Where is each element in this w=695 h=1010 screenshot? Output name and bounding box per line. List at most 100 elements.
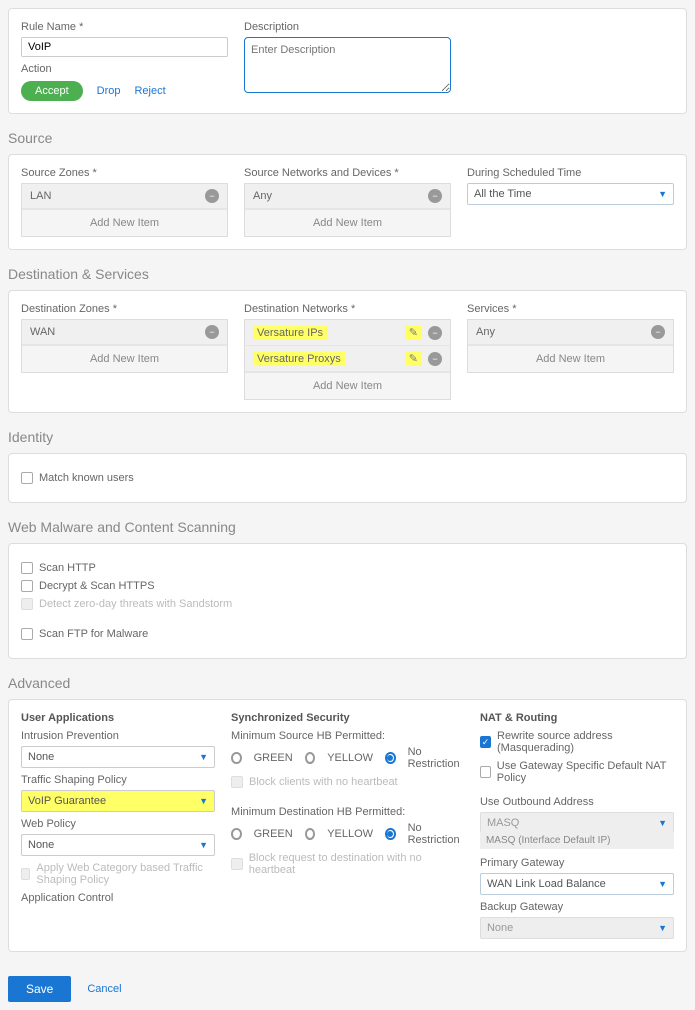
remove-icon[interactable]: − (428, 189, 442, 203)
block-nohb-label: Block clients with no heartbeat (249, 776, 398, 788)
caret-down-icon: ▼ (658, 189, 667, 199)
src-green-radio[interactable] (231, 752, 242, 764)
pgw-select[interactable]: WAN Link Load Balance ▼ (480, 873, 674, 895)
add-new-button[interactable]: Add New Item (245, 209, 450, 236)
add-new-button[interactable]: Add New Item (245, 372, 450, 399)
pgw-label: Primary Gateway (480, 857, 674, 869)
add-new-button[interactable]: Add New Item (22, 209, 227, 236)
sandstorm-checkbox (21, 598, 33, 610)
list-item[interactable]: LAN − (22, 184, 227, 209)
save-button[interactable]: Save (8, 976, 71, 1002)
caret-down-icon: ▼ (658, 879, 667, 889)
scanning-title: Web Malware and Content Scanning (8, 519, 687, 535)
traffic-label: Traffic Shaping Policy (21, 774, 215, 786)
remove-icon[interactable]: − (205, 189, 219, 203)
yellow-label2: YELLOW (327, 828, 373, 840)
list-item[interactable]: Any − (245, 184, 450, 209)
outaddr-label: Use Outbound Address (480, 796, 674, 808)
remove-icon[interactable]: − (651, 325, 665, 339)
caret-down-icon: ▼ (199, 752, 208, 762)
src-norest-radio[interactable] (385, 752, 396, 764)
add-new-button[interactable]: Add New Item (468, 345, 673, 372)
accept-button[interactable]: Accept (21, 81, 83, 101)
identity-panel: Match known users (8, 453, 687, 503)
dest-zones-label: Destination Zones * (21, 303, 228, 315)
caret-down-icon: ▼ (199, 840, 208, 850)
dst-green-radio[interactable] (231, 828, 242, 840)
reject-button[interactable]: Reject (134, 85, 165, 97)
identity-title: Identity (8, 429, 687, 445)
list-item[interactable]: WAN − (22, 320, 227, 345)
advanced-title: Advanced (8, 675, 687, 691)
apply-webcat-checkbox (21, 868, 30, 880)
list-item[interactable]: Any − (468, 320, 673, 345)
dst-yellow-radio[interactable] (305, 828, 316, 840)
traffic-value: VoIP Guarantee (28, 795, 106, 807)
edit-icon[interactable]: ✎ (405, 325, 422, 340)
schedule-select[interactable]: All the Time ▼ (467, 183, 674, 205)
list-item[interactable]: Versature IPs ✎ − (245, 320, 450, 346)
source-networks-label: Source Networks and Devices * (244, 167, 451, 179)
dst-norest-radio[interactable] (385, 828, 396, 840)
block-dstnohb-label: Block request to destination with no hea… (249, 852, 464, 876)
services-label: Services * (467, 303, 674, 315)
bgw-select: None ▼ (480, 917, 674, 939)
ips-select[interactable]: None ▼ (21, 746, 215, 768)
cancel-button[interactable]: Cancel (87, 983, 121, 995)
nat-heading: NAT & Routing (480, 712, 674, 724)
scan-ftp-checkbox[interactable] (21, 628, 33, 640)
block-nohb-checkbox (231, 776, 243, 788)
dest-networks-label: Destination Networks * (244, 303, 451, 315)
source-zone-value: LAN (30, 190, 51, 202)
advanced-panel: User Applications Intrusion Prevention N… (8, 699, 687, 952)
sandstorm-label: Detect zero-day threats with Sandstorm (39, 598, 232, 610)
appcontrol-label: Application Control (21, 892, 215, 904)
scan-ftp-label: Scan FTP for Malware (39, 628, 148, 640)
remove-icon[interactable]: − (205, 325, 219, 339)
outaddr-select: MASQ ▼ (480, 812, 674, 834)
remove-icon[interactable]: − (428, 352, 442, 366)
match-users-label: Match known users (39, 472, 134, 484)
webpol-label: Web Policy (21, 818, 215, 830)
apply-webcat-label: Apply Web Category based Traffic Shaping… (36, 862, 215, 886)
rule-panel: Rule Name * Action Accept Drop Reject De… (8, 8, 687, 114)
source-network-value: Any (253, 190, 272, 202)
dest-zone-value: WAN (30, 326, 55, 338)
rule-name-input[interactable] (21, 37, 228, 57)
rewrite-label: Rewrite source address (Masquerading) (497, 730, 674, 754)
bgw-label: Backup Gateway (480, 901, 674, 913)
webpol-value: None (28, 839, 54, 851)
services-value: Any (476, 326, 495, 338)
ips-label: Intrusion Prevention (21, 730, 215, 742)
traffic-select[interactable]: VoIP Guarantee ▼ (21, 790, 215, 812)
rule-name-label: Rule Name * (21, 21, 228, 33)
match-users-checkbox[interactable] (21, 472, 33, 484)
description-input[interactable] (244, 37, 451, 93)
pgw-value: WAN Link Load Balance (487, 878, 606, 890)
yellow-label: YELLOW (327, 752, 373, 764)
remove-icon[interactable]: − (428, 326, 442, 340)
green-label: GREEN (254, 752, 293, 764)
green-label2: GREEN (254, 828, 293, 840)
scan-http-label: Scan HTTP (39, 562, 96, 574)
schedule-value: All the Time (474, 188, 531, 200)
caret-down-icon: ▼ (658, 923, 667, 933)
destination-panel: Destination Zones * WAN − Add New Item D… (8, 290, 687, 413)
edit-icon[interactable]: ✎ (405, 351, 422, 366)
scan-https-checkbox[interactable] (21, 580, 33, 592)
add-new-button[interactable]: Add New Item (22, 345, 227, 372)
webpol-select[interactable]: None ▼ (21, 834, 215, 856)
drop-button[interactable]: Drop (97, 85, 121, 97)
rewrite-checkbox[interactable]: ✓ (480, 736, 491, 748)
dest-network-2: Versature Proxys (253, 352, 345, 366)
caret-down-icon: ▼ (199, 796, 208, 806)
block-dstnohb-checkbox (231, 858, 243, 870)
scan-http-checkbox[interactable] (21, 562, 33, 574)
gwnat-checkbox[interactable] (480, 766, 491, 778)
mindst-label: Minimum Destination HB Permitted: (231, 806, 464, 818)
src-yellow-radio[interactable] (305, 752, 316, 764)
list-item[interactable]: Versature Proxys ✎ − (245, 346, 450, 372)
bgw-value: None (487, 922, 513, 934)
sync-heading: Synchronized Security (231, 712, 464, 724)
norest-label2: No Restriction (408, 822, 464, 846)
